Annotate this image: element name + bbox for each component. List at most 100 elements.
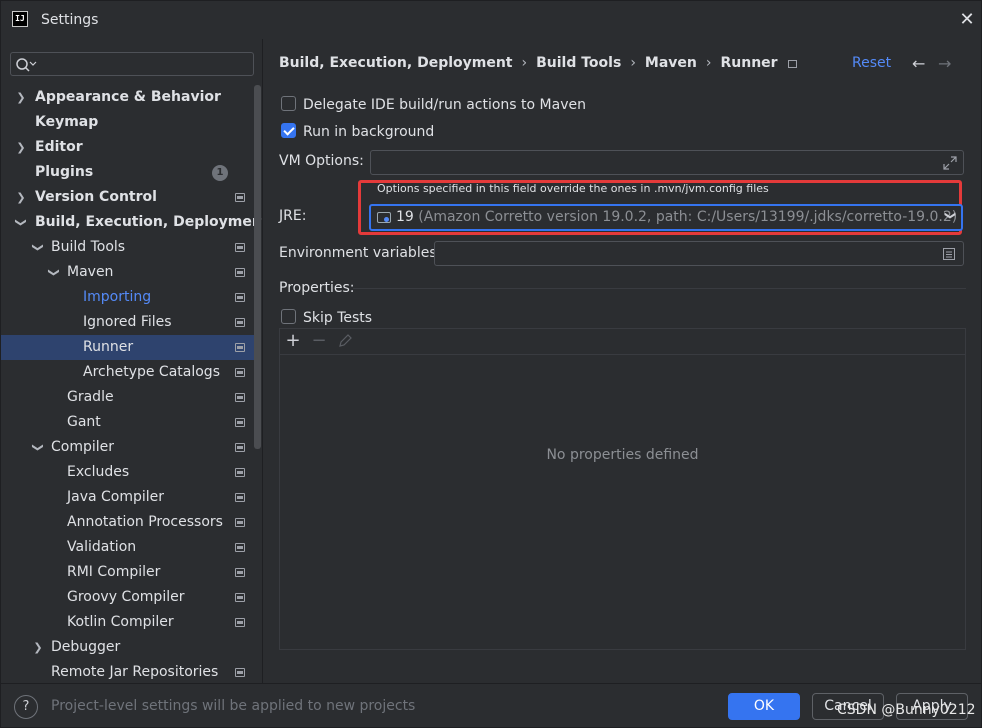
checkbox-box[interactable] (281, 309, 296, 324)
skip-tests-checkbox[interactable]: Skip Tests (281, 309, 372, 327)
forward-arrow-icon[interactable]: → (938, 54, 951, 73)
project-scope-icon (235, 418, 245, 427)
checkbox-label: Skip Tests (303, 310, 373, 326)
project-scope-icon (235, 243, 245, 252)
project-scope-icon (235, 468, 245, 477)
sidebar-item-importing[interactable]: Importing (1, 285, 261, 310)
sidebar-item-editor[interactable]: ❯ Editor (1, 135, 261, 160)
help-icon[interactable]: ? (14, 695, 38, 719)
sidebar-item-build-tools[interactable]: ❯ Build Tools (1, 235, 261, 260)
sidebar-item-maven[interactable]: ❯ Maven (1, 260, 261, 285)
title-bar: IJ Settings ✕ (1, 1, 982, 39)
checkbox-box[interactable] (281, 96, 296, 111)
sidebar-item-label: Importing (83, 289, 152, 305)
environment-variables-field[interactable] (434, 241, 964, 266)
sidebar-item-label: Java Compiler (67, 489, 165, 505)
sidebar-item-kotlin-compiler[interactable]: Kotlin Compiler (1, 610, 261, 635)
sidebar-item-label: Kotlin Compiler (67, 614, 174, 630)
edit-list-icon[interactable] (942, 247, 956, 261)
expand-icon[interactable] (942, 155, 958, 171)
sidebar-item-gradle[interactable]: Gradle (1, 385, 261, 410)
project-scope-icon (235, 668, 245, 677)
chevron-right-icon: ❯ (16, 191, 26, 204)
project-scope-icon (235, 268, 245, 277)
section-divider (353, 288, 966, 289)
footer-note: Project-level settings will be applied t… (51, 698, 416, 714)
project-scope-icon (235, 543, 245, 552)
project-scope-icon (235, 443, 245, 452)
footer-divider (1, 683, 982, 684)
sidebar-item-keymap[interactable]: Keymap (1, 110, 261, 135)
sidebar-item-groovy-compiler[interactable]: Groovy Compiler (1, 585, 261, 610)
checkbox-checked-icon[interactable] (281, 123, 296, 138)
sidebar-item-excludes[interactable]: Excludes (1, 460, 261, 485)
sidebar-item-label: Debugger (51, 639, 121, 655)
project-scope-icon (787, 60, 797, 68)
sidebar-item-gant[interactable]: Gant (1, 410, 261, 435)
sidebar-item-ignored-files[interactable]: Ignored Files (1, 310, 261, 335)
sidebar-item-archetype-catalogs[interactable]: Archetype Catalogs (1, 360, 261, 385)
sidebar-item-runner[interactable]: Runner (1, 335, 261, 360)
settings-search-input[interactable] (10, 52, 254, 76)
sidebar-item-plugins[interactable]: Plugins 1 (1, 160, 261, 185)
project-scope-icon (235, 393, 245, 402)
sidebar-item-label: Gant (67, 414, 101, 430)
sidebar-scrollbar[interactable] (254, 85, 261, 449)
sidebar-item-label: Groovy Compiler (67, 589, 185, 605)
sidebar-item-label: Validation (67, 539, 137, 555)
reset-link[interactable]: Reset (852, 55, 891, 71)
sidebar-item-label: Compiler (51, 439, 115, 455)
delegate-to-maven-checkbox[interactable]: Delegate IDE build/run actions to Maven (281, 96, 586, 114)
chevron-right-icon: ❯ (16, 91, 26, 104)
sidebar-item-label: Build, Execution, Deployment (35, 214, 263, 230)
back-arrow-icon[interactable]: ← (912, 54, 925, 73)
chevron-right-icon: › (521, 55, 528, 71)
project-scope-icon (235, 518, 245, 527)
sidebar-item-build-execution-deployment[interactable]: ❯ Build, Execution, Deployment (1, 210, 264, 235)
jre-label: JRE: (279, 208, 307, 224)
breadcrumb-item: Runner (720, 55, 778, 71)
chevron-down-icon[interactable]: ❯ (944, 211, 957, 220)
sidebar-item-remote-jar-repositories[interactable]: Remote Jar Repositories (1, 660, 261, 685)
project-scope-icon (235, 193, 245, 202)
settings-window: IJ Settings ✕ ❯ Appearance & Behavior Ke… (0, 0, 982, 728)
sidebar-item-label: Archetype Catalogs (83, 364, 220, 380)
sidebar-item-label: Appearance & Behavior (35, 89, 221, 105)
sidebar-item-java-compiler[interactable]: Java Compiler (1, 485, 261, 510)
panel-divider[interactable] (262, 39, 263, 683)
settings-tree: ❯ Appearance & Behavior Keymap ❯ Editor … (1, 85, 263, 685)
sidebar-item-label: Gradle (67, 389, 114, 405)
jre-selected-value: 19 (Amazon Corretto version 19.0.2, path… (396, 209, 957, 225)
project-scope-icon (235, 568, 245, 577)
project-scope-icon (235, 368, 245, 377)
sidebar-item-debugger[interactable]: ❯ Debugger (1, 635, 261, 660)
sidebar-item-compiler[interactable]: ❯ Compiler (1, 435, 261, 460)
breadcrumb-item: Build Tools (536, 55, 622, 71)
checkbox-label: Delegate IDE build/run actions to Maven (303, 97, 586, 113)
sidebar-item-validation[interactable]: Validation (1, 535, 261, 560)
run-in-background-checkbox[interactable]: Run in background (281, 123, 434, 141)
chevron-right-icon: › (705, 55, 712, 71)
sidebar-item-label: Excludes (67, 464, 130, 480)
project-scope-icon (235, 493, 245, 502)
jdk-folder-icon (377, 212, 391, 223)
sidebar-item-version-control[interactable]: ❯ Version Control (1, 185, 261, 210)
sidebar-item-appearance-behavior[interactable]: ❯ Appearance & Behavior (1, 85, 261, 110)
remove-icon[interactable]: − (309, 331, 329, 351)
sidebar-item-rmi-compiler[interactable]: RMI Compiler (1, 560, 261, 585)
sidebar-item-label: Build Tools (51, 239, 126, 255)
properties-table: + − No properties defined (279, 328, 966, 650)
chevron-down-icon: ❯ (31, 242, 45, 253)
edit-pencil-icon[interactable] (335, 331, 355, 351)
watermark: CSDN @Bunny0212 (837, 702, 976, 718)
close-icon[interactable]: ✕ (957, 10, 977, 30)
project-scope-icon (235, 343, 245, 352)
jre-select[interactable]: 19 (Amazon Corretto version 19.0.2, path… (369, 204, 963, 231)
sidebar-item-label: Ignored Files (83, 314, 172, 330)
sidebar-item-annotation-processors[interactable]: Annotation Processors (1, 510, 261, 535)
properties-toolbar: + − (280, 329, 965, 355)
ok-button[interactable]: OK (728, 693, 800, 720)
sidebar-item-label: Annotation Processors (67, 514, 223, 530)
add-icon[interactable]: + (283, 331, 303, 351)
vm-options-field[interactable] (370, 150, 964, 175)
